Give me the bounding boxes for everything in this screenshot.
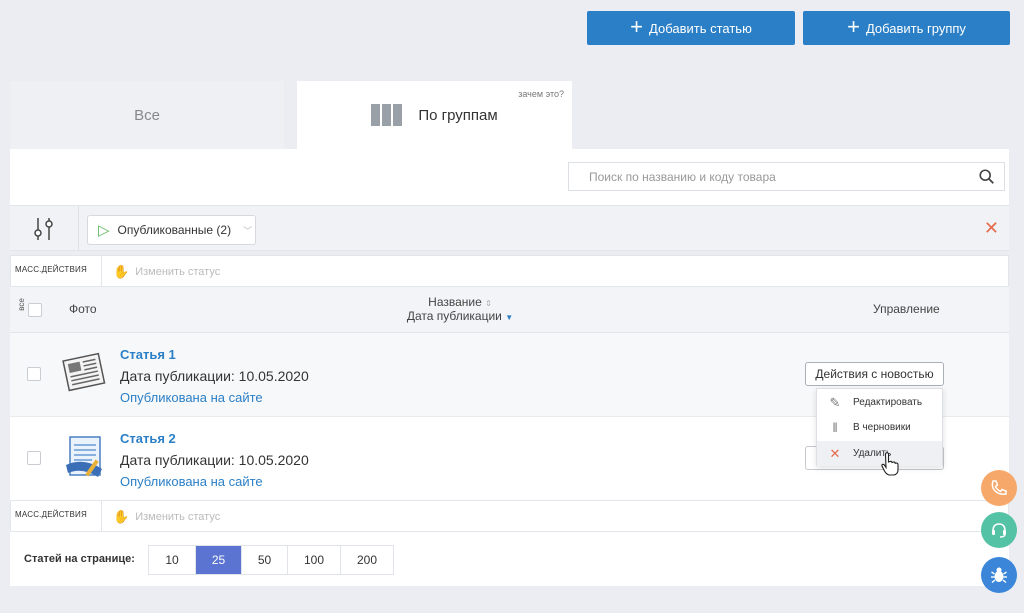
per-page-selector: 10 25 50 100 200 (148, 545, 394, 575)
row-checkbox[interactable] (27, 451, 41, 465)
why-link[interactable]: зачем это? (518, 89, 564, 99)
change-status-label: Изменить статус (135, 266, 221, 278)
divider (101, 501, 102, 531)
select-all-label: все (16, 298, 26, 311)
per-page-option[interactable]: 50 (242, 546, 288, 574)
call-button[interactable] (981, 470, 1017, 506)
col-name-date[interactable]: Название ⇕ Дата публикации ▼ (400, 295, 520, 323)
sort-desc-icon: ▼ (505, 313, 514, 322)
change-status-button[interactable]: ✋ Изменить статус (113, 509, 220, 525)
play-icon: ▷ (98, 222, 110, 239)
change-status-label: Изменить статус (135, 511, 221, 523)
search-placeholder: Поиск по названию и коду товара (589, 169, 776, 184)
chevron-down-icon: ﹀ (243, 225, 253, 236)
sort-icon: ⇕ (485, 299, 492, 308)
add-group-label: Добавить группу (865, 20, 966, 36)
row-status-link[interactable]: Опубликована на сайте (120, 390, 263, 405)
per-page-option[interactable]: 10 (149, 546, 196, 574)
pager-panel: Статей на странице: 10 25 50 100 200 (10, 532, 1009, 586)
filter-bar: ▷ Опубликованные (2) ﹀ ✕ (10, 205, 1009, 251)
search-panel: Поиск по названию и коду товара (10, 149, 1009, 205)
mass-actions-label: МАСС.ДЕЙСТВИЯ (15, 510, 87, 519)
books-icon (371, 104, 403, 126)
row-status-link[interactable]: Опубликована на сайте (120, 474, 263, 489)
per-page-label: Статей на странице: (24, 553, 135, 565)
table-header: все Фото Название ⇕ Дата публикации ▼ Уп… (10, 287, 1009, 333)
hand-icon: ✋ (113, 509, 130, 524)
add-article-button[interactable]: + Добавить статью (587, 11, 795, 45)
plus-icon: + (630, 14, 644, 39)
filter-sliders-icon[interactable] (32, 216, 56, 242)
add-group-button[interactable]: + Добавить группу (803, 11, 1010, 45)
close-icon[interactable]: ✕ (984, 218, 999, 239)
per-page-option[interactable]: 200 (341, 546, 393, 574)
status-filter-dropdown[interactable]: ▷ Опубликованные (2) ﹀ (87, 215, 256, 245)
hand-icon: ✋ (113, 264, 130, 279)
report-bug-button[interactable] (981, 557, 1017, 593)
divider (78, 206, 79, 250)
mass-actions-bar: МАСС.ДЕЙСТВИЯ ✋ Изменить статус (10, 255, 1009, 287)
status-filter-label: Опубликованные (2) (117, 223, 232, 237)
phone-icon (991, 480, 1007, 495)
divider (101, 256, 102, 286)
menu-item-to-draft[interactable]: ‖ В черновики (817, 415, 942, 440)
row-checkbox[interactable] (27, 367, 41, 381)
col-date: Дата публикации (406, 309, 502, 323)
menu-item-edit[interactable]: ✎ Редактировать (817, 390, 942, 415)
document-edit-icon (66, 436, 102, 477)
support-chat-button[interactable] (981, 512, 1017, 548)
row-date: Дата публикации: 10.05.2020 (120, 368, 309, 384)
change-status-button[interactable]: ✋ Изменить статус (113, 264, 220, 280)
col-name: Название (428, 295, 482, 309)
col-photo: Фото (69, 302, 97, 316)
tab-all-label: Все (134, 106, 160, 124)
plus-icon: + (847, 14, 860, 39)
menu-item-edit-label: Редактировать (853, 397, 923, 408)
newspaper-icon (62, 352, 106, 392)
select-all-checkbox[interactable] (28, 303, 42, 317)
row-date: Дата публикации: 10.05.2020 (120, 452, 309, 468)
tab-by-groups-label: По группам (418, 106, 498, 124)
col-manage: Управление (873, 302, 940, 316)
tab-all[interactable]: Все (10, 81, 284, 149)
bug-icon (991, 567, 1007, 584)
tab-by-groups[interactable]: зачем это? По группам (297, 81, 572, 149)
row-title-link[interactable]: Статья 2 (120, 431, 176, 446)
close-icon: ✕ (829, 445, 841, 461)
headset-icon (992, 523, 1006, 538)
row-title-link[interactable]: Статья 1 (120, 347, 176, 362)
mass-actions-bar: МАСС.ДЕЙСТВИЯ ✋ Изменить статус (10, 500, 1009, 532)
add-article-label: Добавить статью (649, 20, 752, 36)
news-actions-button[interactable]: Действия с новостью (805, 362, 944, 386)
pointer-cursor-icon (881, 452, 899, 476)
per-page-option-selected[interactable]: 25 (196, 546, 242, 574)
mass-actions-label: МАСС.ДЕЙСТВИЯ (15, 265, 87, 274)
pencil-icon: ✎ (829, 394, 841, 410)
pause-icon: ‖ (832, 420, 838, 435)
per-page-option[interactable]: 100 (288, 546, 341, 574)
search-icon[interactable] (978, 168, 996, 186)
search-input[interactable]: Поиск по названию и коду товара (568, 162, 1005, 191)
menu-item-to-draft-label: В черновики (853, 422, 911, 433)
